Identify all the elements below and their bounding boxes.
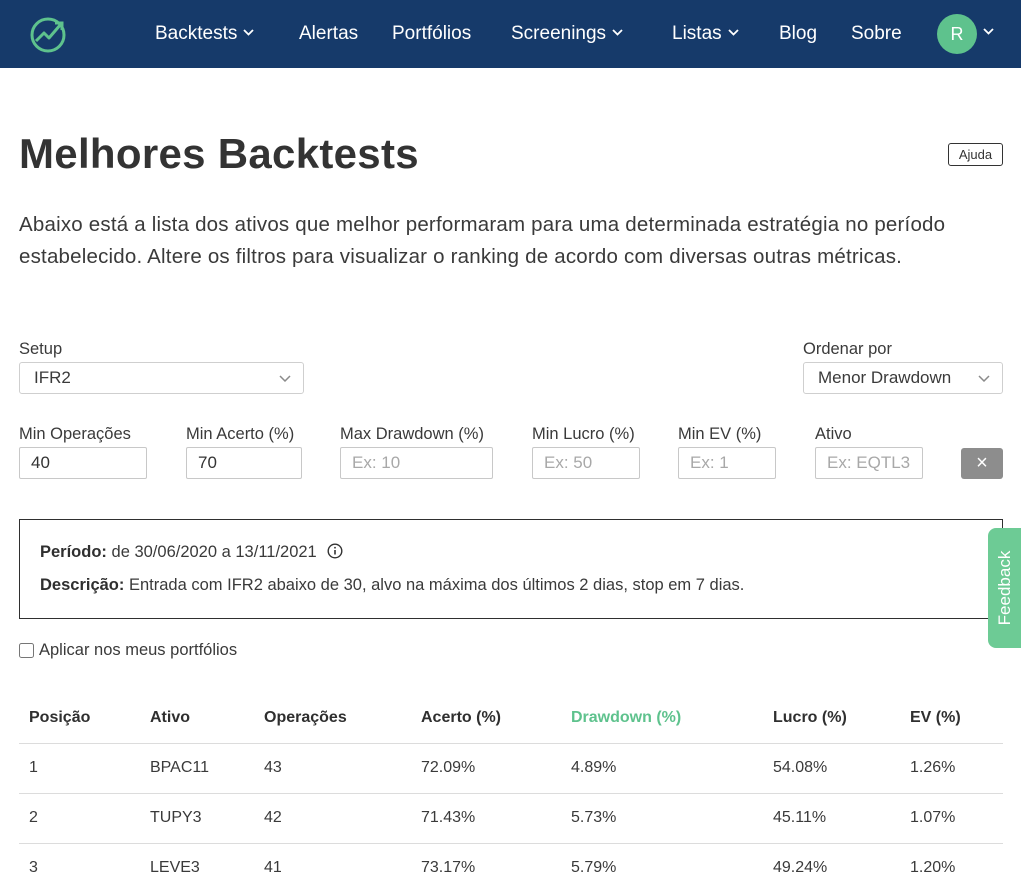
logo-icon[interactable] [28,14,70,54]
chevron-down-icon [243,29,255,36]
user-avatar[interactable]: R [937,14,977,54]
info-icon[interactable] [327,543,343,559]
header-drawdown[interactable]: Drawdown (%) [571,709,681,727]
min-lucro-label: Min Lucro (%) [532,425,635,443]
top-navbar: Backtests Alertas Portfólios Screenings … [0,0,1021,68]
row-divider [19,743,1003,744]
setup-select-value: IFR2 [34,368,71,387]
min-ev-input[interactable] [678,447,776,479]
chevron-down-icon [612,29,623,36]
row-divider [19,843,1003,844]
cell-ativo: BPAC11 [150,759,209,776]
cell-ativo: LEVE3 [150,859,200,876]
feedback-tab[interactable]: Feedback [988,528,1021,648]
cell-posicao: 3 [29,859,38,876]
max-drawdown-input[interactable] [340,447,493,479]
nav-alertas-label: Alertas [299,23,359,44]
nav-sobre[interactable]: Sobre [851,0,902,68]
cell-lucro: 49.24% [773,859,828,876]
cell-operacoes: 41 [264,859,282,876]
periodo-value: de 30/06/2020 a 13/11/2021 [111,543,317,561]
cell-drawdown: 4.89% [571,759,617,776]
order-select[interactable]: Menor Drawdown [803,362,1003,394]
cell-operacoes: 43 [264,759,282,776]
cell-posicao: 1 [29,759,38,776]
periodo-label: Período: [40,543,107,561]
cell-operacoes: 42 [264,809,282,826]
help-button[interactable]: Ajuda [948,143,1003,166]
descricao-value: Entrada com IFR2 abaixo de 30, alvo na m… [128,576,745,594]
nav-backtests[interactable]: Backtests [155,0,255,68]
chevron-down-icon [728,29,739,36]
nav-screenings-label: Screenings [511,23,607,44]
min-ops-label: Min Operações [19,425,131,443]
cell-drawdown: 5.73% [571,809,617,826]
ativo-label: Ativo [815,425,852,443]
nav-screenings[interactable]: Screenings [511,0,623,68]
header-posicao[interactable]: Posição [29,709,90,727]
min-acerto-label: Min Acerto (%) [186,425,295,443]
nav-blog-label: Blog [779,23,818,44]
nav-portfolios-label: Portfólios [392,23,472,44]
apply-portfolios-row[interactable]: Aplicar nos meus portfólios [19,641,237,660]
nav-listas[interactable]: Listas [672,0,739,68]
descricao-label: Descrição: [40,576,125,594]
clear-filters-button[interactable]: × [961,448,1003,479]
nav-portfolios[interactable]: Portfólios [392,0,471,68]
cell-ativo: TUPY3 [150,809,202,826]
strategy-info-box: Período: de 30/06/2020 a 13/11/2021 Desc… [19,519,1003,619]
cell-ev: 1.07% [910,809,956,826]
min-acerto-input[interactable] [186,447,302,479]
nav-blog[interactable]: Blog [779,0,817,68]
chevron-down-icon[interactable] [983,28,994,35]
nav-backtests-label: Backtests [155,23,238,44]
min-lucro-input[interactable] [532,447,640,479]
header-acerto[interactable]: Acerto (%) [421,709,501,727]
order-label: Ordenar por [803,340,892,358]
order-select-value: Menor Drawdown [818,368,952,387]
max-drawdown-label: Max Drawdown (%) [340,425,484,443]
min-ops-input[interactable] [19,447,147,479]
min-ev-label: Min EV (%) [678,425,762,443]
apply-portfolios-checkbox[interactable] [19,643,34,658]
header-ativo[interactable]: Ativo [150,709,190,727]
periodo-line: Período: de 30/06/2020 a 13/11/2021 [40,543,343,562]
cell-lucro: 54.08% [773,759,828,776]
cell-acerto: 73.17% [421,859,476,876]
row-divider [19,793,1003,794]
apply-portfolios-label: Aplicar nos meus portfólios [39,641,238,659]
nav-sobre-label: Sobre [851,23,902,44]
cell-ev: 1.20% [910,859,956,876]
cell-acerto: 72.09% [421,759,476,776]
setup-label: Setup [19,340,63,358]
nav-listas-label: Listas [672,23,722,44]
feedback-label: Feedback [994,550,1014,626]
header-lucro[interactable]: Lucro (%) [773,709,847,727]
descricao-line: Descrição: Entrada com IFR2 abaixo de 30… [40,576,744,595]
cell-acerto: 71.43% [421,809,476,826]
cell-ev: 1.26% [910,759,956,776]
cell-lucro: 45.11% [773,809,827,826]
nav-alertas[interactable]: Alertas [299,0,358,68]
chevron-down-icon [978,375,990,383]
page-title: Melhores Backtests [19,130,419,177]
cell-drawdown: 5.79% [571,859,617,876]
setup-select[interactable]: IFR2 [19,362,304,394]
intro-text: Abaixo está a lista dos ativos que melho… [19,213,946,268]
ativo-input[interactable] [815,447,923,479]
header-operacoes[interactable]: Operações [264,709,347,727]
header-ev[interactable]: EV (%) [910,709,961,727]
cell-posicao: 2 [29,809,38,826]
chevron-down-icon [279,375,291,383]
